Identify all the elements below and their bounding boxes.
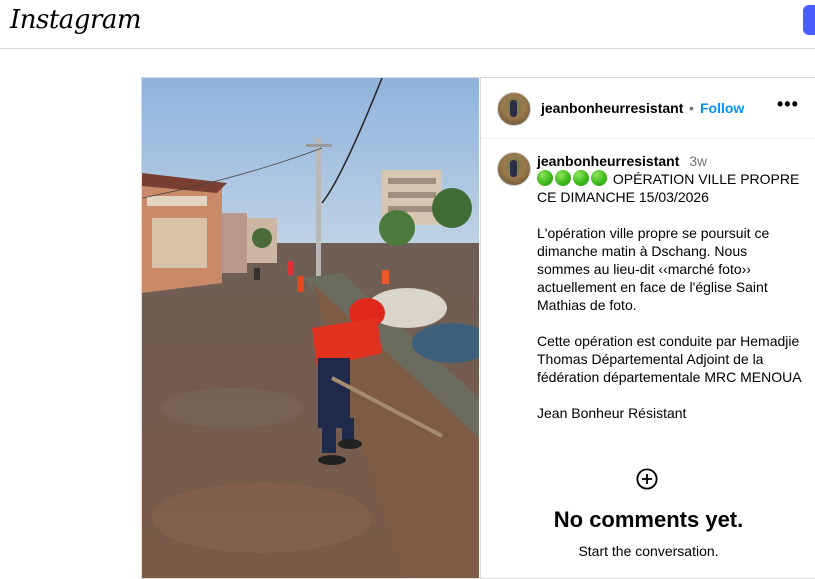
no-comments-subtitle: Start the conversation. [578, 543, 719, 559]
no-comments-title: No comments yet. [553, 507, 744, 532]
green-circle-icon [555, 170, 571, 186]
green-circle-icon [537, 170, 553, 186]
instagram-logo[interactable]: Instagram [10, 5, 142, 35]
follow-button[interactable]: Follow [700, 100, 744, 116]
post-dialog: jeanbonheurresistant • Follow ••• jeanbo… [141, 77, 815, 579]
green-circle-icon [591, 170, 607, 186]
post-sidebar: jeanbonheurresistant • Follow ••• jeanbo… [480, 78, 815, 578]
author-username[interactable]: jeanbonheurresistant [541, 100, 683, 116]
post-header: jeanbonheurresistant • Follow ••• [481, 78, 815, 139]
green-circle-icon [573, 170, 589, 186]
top-bar: Instagram [0, 0, 815, 49]
caption-timestamp[interactable]: 3w [689, 153, 707, 169]
add-circle-icon [636, 468, 658, 490]
author-avatar[interactable] [497, 92, 531, 126]
top-action-button[interactable] [803, 5, 815, 35]
caption-headline-line: OPÉRATION VILLE PROPRE CE DIMANCHE 15/03… [537, 170, 803, 206]
post-media-video[interactable] [142, 78, 479, 578]
caption-avatar[interactable] [497, 152, 531, 186]
header-separator: • [689, 100, 694, 116]
caption-username[interactable]: jeanbonheurresistant [537, 153, 679, 169]
more-options-icon[interactable]: ••• [777, 94, 799, 115]
post-caption: jeanbonheurresistant 3w OPÉRATION VILLE … [537, 152, 803, 422]
caption-body: L'opération ville propre se poursuit ce … [537, 225, 802, 421]
street-cleaning-photo [142, 78, 479, 578]
